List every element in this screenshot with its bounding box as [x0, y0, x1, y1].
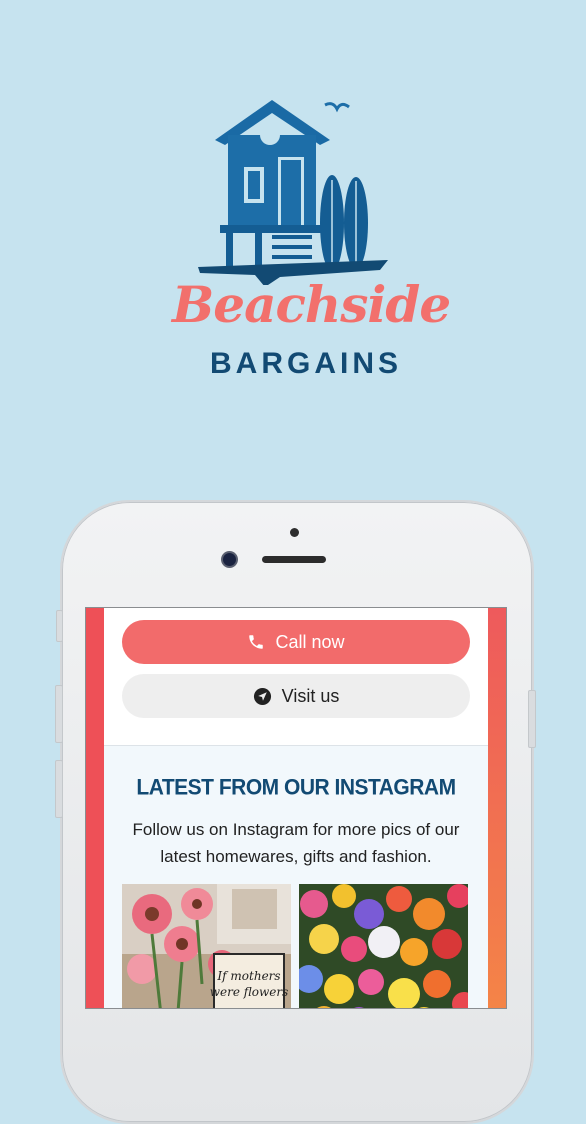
call-now-button[interactable]: Call now	[122, 620, 470, 664]
phone-icon	[249, 635, 264, 649]
svg-text:were flowers: were flowers	[210, 985, 289, 999]
instagram-title: LATEST FROM OUR INSTAGRAM	[136, 775, 456, 800]
page-content: Call now Visit us LATEST FROM OUR INSTAG…	[104, 608, 488, 1008]
brand-sub-name: BARGAINS	[210, 347, 403, 380]
instagram-photo[interactable]	[299, 884, 468, 1008]
visit-us-label: Visit us	[281, 685, 340, 706]
call-now-label: Call now	[275, 631, 345, 652]
phone-side-button	[56, 610, 63, 642]
svg-text:If mothers: If mothers	[216, 969, 280, 983]
visit-us-button[interactable]: Visit us	[122, 674, 470, 718]
front-camera	[223, 553, 236, 566]
instagram-description: Follow us on Instagram for more pics of …	[132, 820, 460, 866]
phone-volume-down	[55, 760, 63, 818]
brand-script-name: Beachside	[172, 275, 451, 334]
phone-power-button	[528, 690, 536, 748]
phone-screen: Call now Visit us LATEST FROM OUR INSTAG…	[85, 607, 507, 1009]
phone-volume-up	[55, 685, 63, 743]
earpiece-speaker	[262, 556, 326, 563]
proximity-sensor	[290, 528, 299, 537]
beach-hut-icon	[198, 100, 388, 285]
brand-logo: Beachside BARGAINS	[160, 95, 451, 395]
instagram-photo[interactable]: If mothers were flowers	[122, 884, 291, 1008]
location-arrow-icon	[253, 687, 271, 705]
instagram-section: LATEST FROM OUR INSTAGRAM Follow us on I…	[104, 745, 488, 1008]
